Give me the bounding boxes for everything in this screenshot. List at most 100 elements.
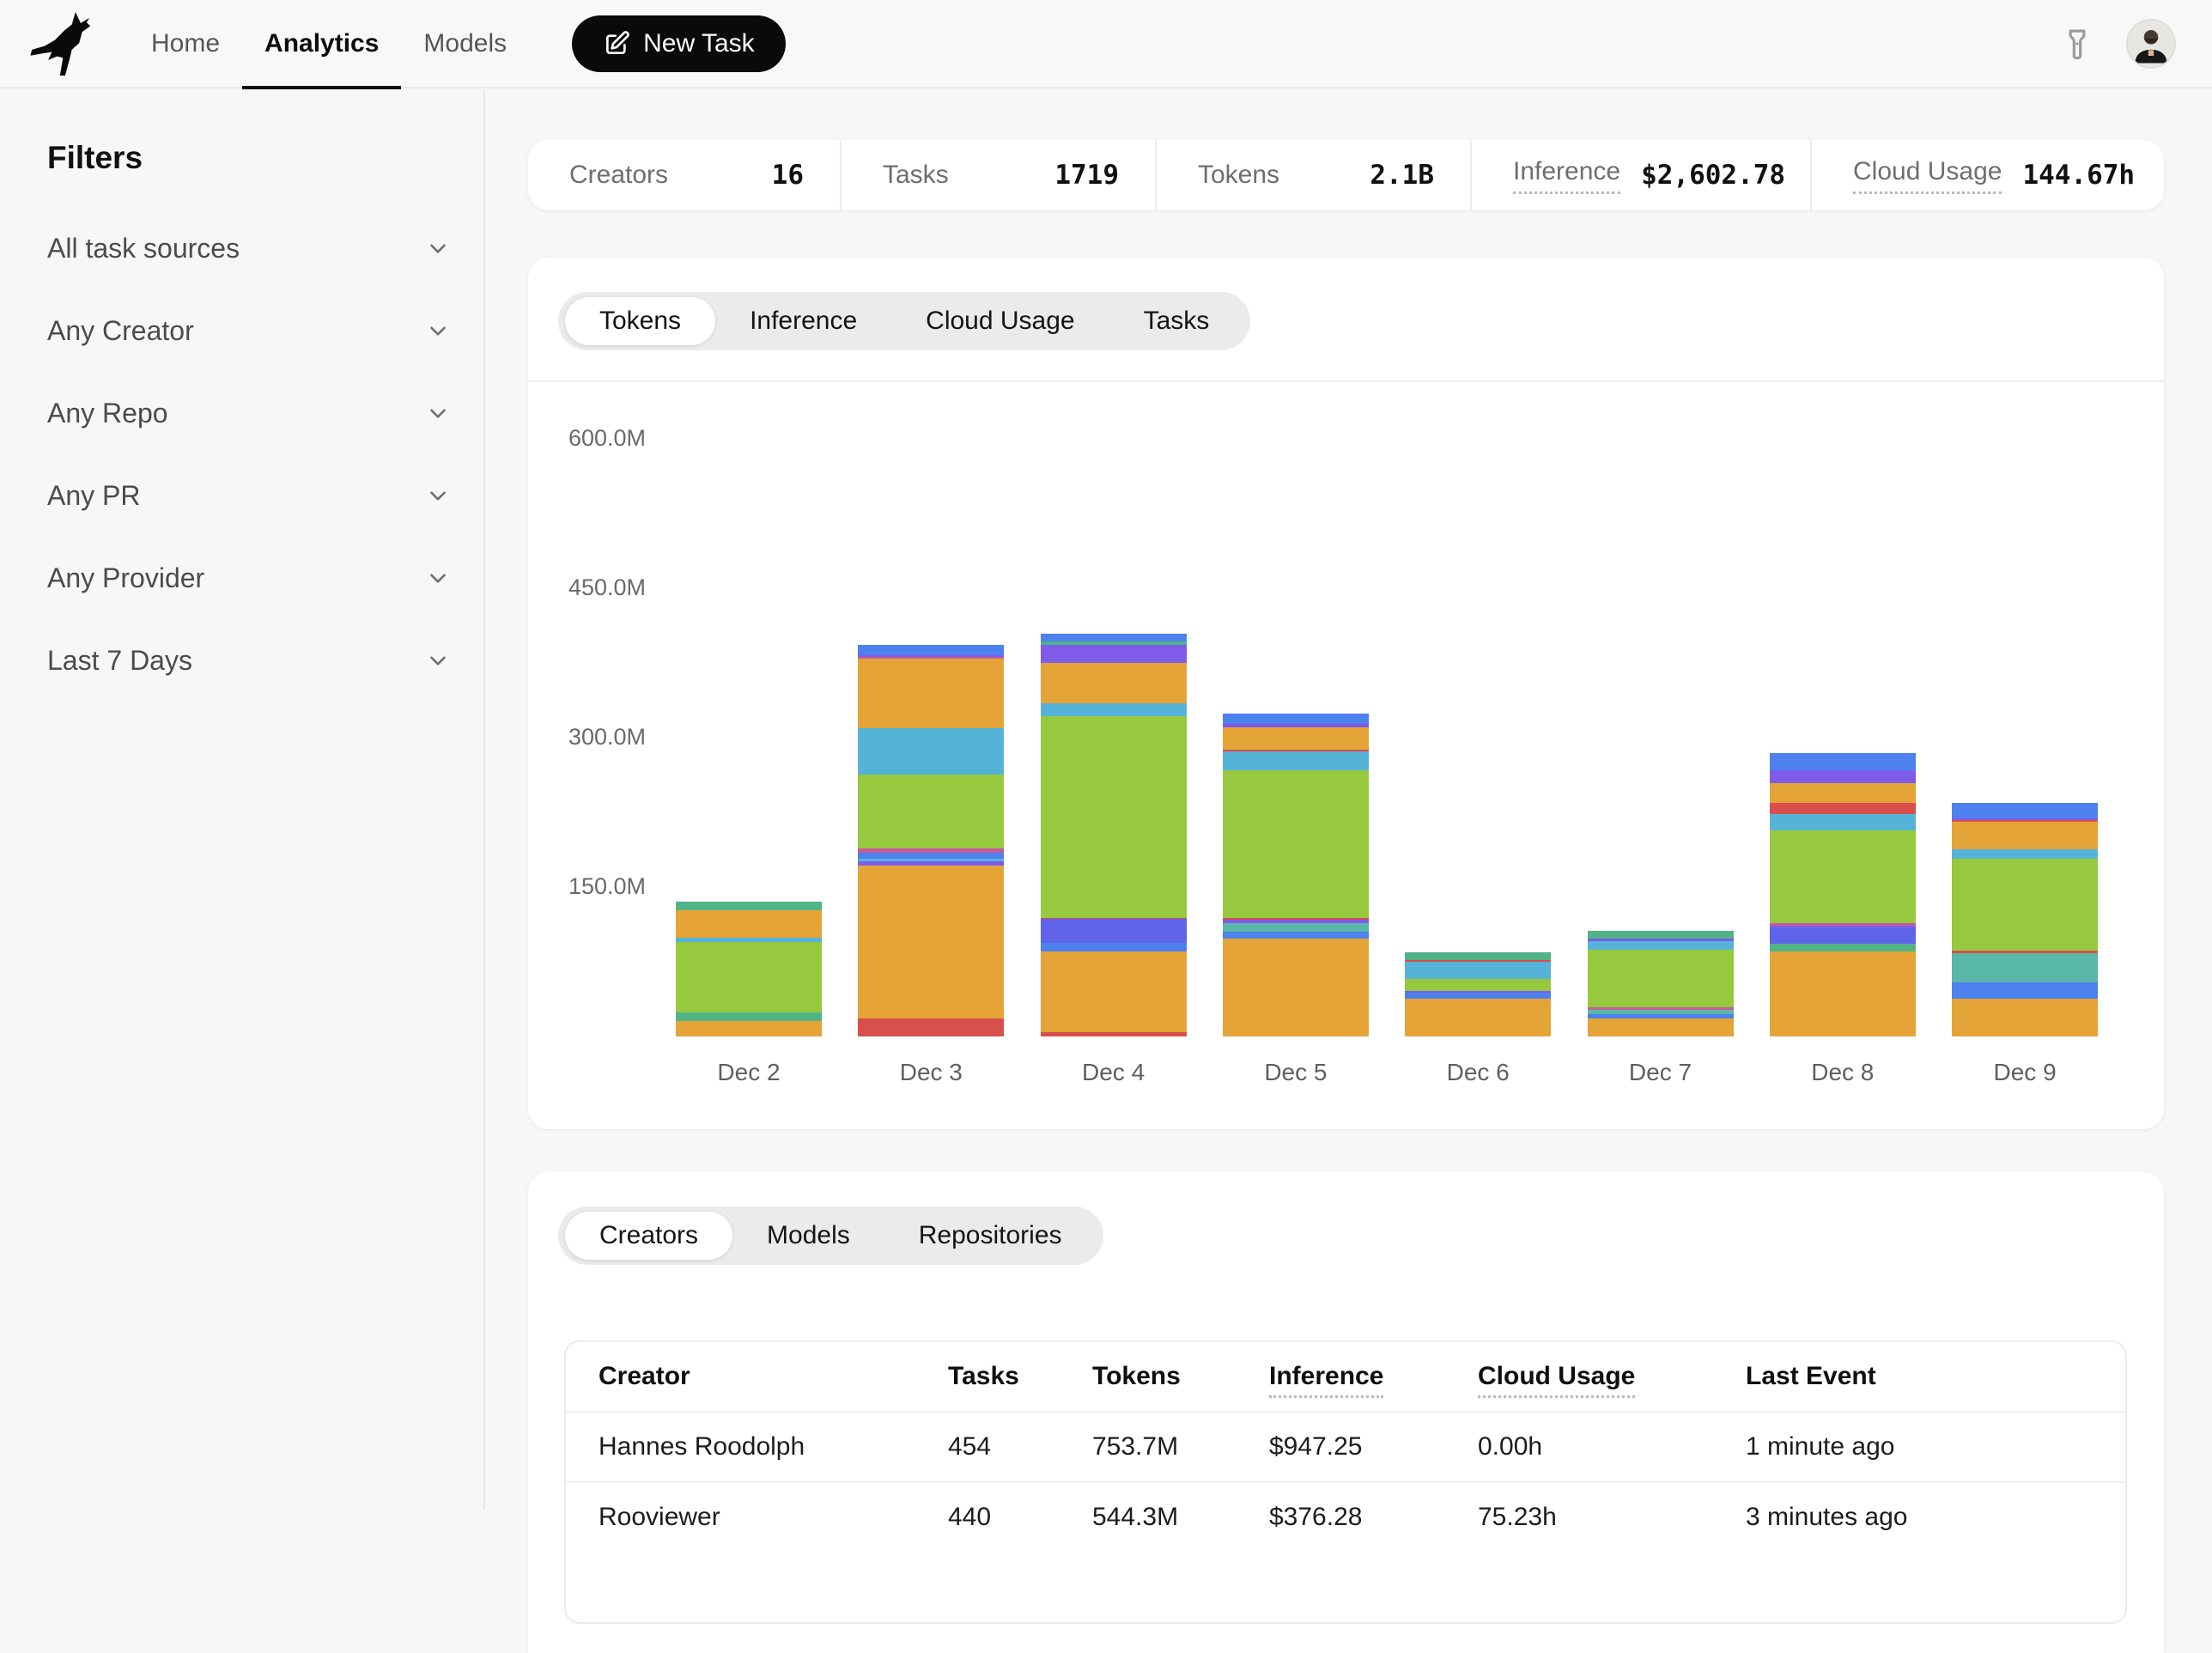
user-avatar[interactable] [2126,19,2176,69]
filter-task-sources[interactable]: All task sources [0,207,483,289]
bar-segment [1770,830,1916,923]
filter-date-range[interactable]: Last 7 Days [0,619,483,702]
bar-segment [1405,979,1551,991]
filter-repo[interactable]: Any Repo [0,372,483,454]
kangaroo-logo[interactable] [0,10,129,77]
tab-tasks[interactable]: Tasks [1109,297,1244,345]
tab-repositories[interactable]: Repositories [884,1212,1097,1260]
bar-segment [858,853,1004,859]
stacked-bar-dec-4 [1041,634,1187,1036]
bar-segment [1041,703,1187,717]
chart-metric-tabs: Tokens Inference Cloud Usage Tasks [558,292,1250,350]
bar-segment [1223,939,1369,1036]
chevron-down-icon [425,565,451,591]
y-axis-tick-label: 300.0M [528,724,646,751]
bar-segment [676,1012,822,1021]
filter-creator[interactable]: Any Creator [0,289,483,372]
cell-last-event: 3 minutes ago [1746,1503,1907,1532]
stacked-bar-dec-9 [1952,803,2098,1036]
bar-segment [1041,943,1187,951]
new-task-button[interactable]: New Task [572,15,786,72]
y-axis-tick-label: 450.0M [528,574,646,601]
bar-segment [1952,849,2098,860]
bar-segment [1770,803,1916,814]
bar-segment [1223,932,1369,939]
bar-segment [1041,919,1187,943]
nav-link-home[interactable]: Home [129,0,242,88]
bar-segment [676,1021,822,1036]
tab-tokens[interactable]: Tokens [565,297,715,345]
bar-segment [1223,727,1369,750]
cell-tasks: 454 [948,1432,991,1462]
table-row[interactable]: Rooviewer 440 544.3M $376.28 75.23h 3 mi… [566,1481,2125,1552]
y-axis-tick-label: 150.0M [528,873,646,900]
x-axis-label: Dec 4 [1023,1059,1205,1086]
bar-segment [1952,982,2098,999]
table-row[interactable]: Hannes Roodolph 454 753.7M $947.25 0.00h… [566,1411,2125,1481]
new-task-label: New Task [643,29,755,58]
filter-provider[interactable]: Any Provider [0,537,483,619]
stacked-bar-dec-3 [858,645,1004,1036]
bar-segment [1770,783,1916,803]
bar-segment [1770,814,1916,831]
primary-nav: Home Analytics Models [129,0,529,88]
y-axis-tick-label: 600.0M [528,425,646,452]
creators-table: Creator Tasks Tokens Inference Cloud Usa… [564,1340,2127,1624]
bar-segment [676,910,822,937]
nav-link-analytics[interactable]: Analytics [242,0,401,88]
compose-icon [603,30,630,58]
chart-plot: 150.0M300.0M450.0M600.0MDec 2Dec 3Dec 4D… [528,382,2164,1129]
stacked-bar-dec-6 [1405,952,1551,1036]
flashlight-button[interactable] [2059,26,2095,62]
col-inference[interactable]: Inference [1269,1362,1383,1391]
bar-segment [1041,634,1187,641]
bar-segment [1223,923,1369,932]
stacked-bar-dec-5 [1223,714,1369,1036]
summary-stats-bar: Creators 16 Tasks 1719 Tokens 2.1B Infer… [528,140,2164,210]
top-navbar: Home Analytics Models New Task [0,0,2212,88]
tab-models[interactable]: Models [732,1212,884,1260]
cell-tokens: 544.3M [1092,1503,1178,1532]
bar-segment [858,866,1004,1018]
cell-creator: Hannes Roodolph [599,1432,805,1462]
user-avatar-photo [2128,21,2174,67]
col-creator: Creator [599,1362,690,1391]
table-header-row: Creator Tasks Tokens Inference Cloud Usa… [566,1342,2125,1411]
bar-segment [1952,803,2098,818]
stat-cloud-usage: Cloud Usage 144.67h [1812,140,2164,210]
tab-creators[interactable]: Creators [565,1212,732,1260]
col-cloud-usage[interactable]: Cloud Usage [1478,1362,1635,1391]
bar-segment [1952,953,2098,982]
filters-title: Filters [47,140,483,176]
stat-tokens: Tokens 2.1B [1157,140,1472,210]
filters-sidebar: Filters All task sources Any Creator Any… [0,90,485,1510]
usage-chart-card: Tokens Inference Cloud Usage Tasks 150.0… [528,258,2164,1129]
breakdown-tabs: Creators Models Repositories [558,1206,1103,1265]
bar-segment [1770,951,1916,1036]
bar-segment [858,645,1004,655]
col-tasks: Tasks [948,1362,1019,1391]
tab-cloud-usage[interactable]: Cloud Usage [891,297,1109,345]
bar-segment [1770,944,1916,951]
bar-segment [1952,999,2098,1036]
cell-inference: $376.28 [1269,1503,1362,1532]
chevron-down-icon [425,235,451,261]
bar-segment [858,728,1004,775]
nav-link-models[interactable]: Models [401,0,529,88]
tab-inference[interactable]: Inference [715,297,891,345]
chevron-down-icon [425,318,451,343]
bar-segment [1041,951,1187,1032]
bar-segment [1588,941,1734,950]
x-axis-label: Dec 3 [840,1059,1022,1086]
bar-segment [1405,999,1551,1036]
cell-cloud-usage: 0.00h [1478,1432,1542,1462]
bar-segment [1223,714,1369,724]
bar-segment [1770,753,1916,770]
bar-segment [676,902,822,910]
chevron-down-icon [425,483,451,508]
stat-tasks: Tasks 1719 [842,140,1157,210]
breakdown-card: Creators Models Repositories Creator Tas… [528,1172,2164,1653]
bar-segment [858,1018,1004,1036]
filter-pr[interactable]: Any PR [0,454,483,537]
bar-segment [1952,859,2098,951]
